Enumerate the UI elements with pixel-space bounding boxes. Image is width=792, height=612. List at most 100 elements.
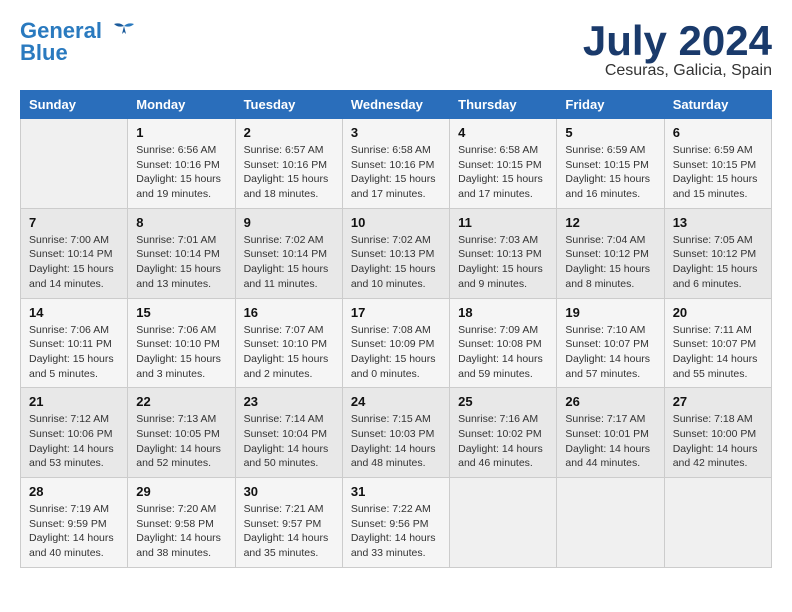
day-info: Sunrise: 7:01 AM Sunset: 10:14 PM Daylig… [136,233,226,292]
calendar-cell: 20 Sunrise: 7:11 AM Sunset: 10:07 PM Dayl… [664,298,771,388]
calendar-cell: 8 Sunrise: 7:01 AM Sunset: 10:14 PM Dayli… [128,208,235,298]
weekday-header: Friday [557,91,664,119]
day-number: 26 [565,394,655,409]
day-info: Sunrise: 7:19 AM Sunset: 9:59 PM Dayligh… [29,502,119,561]
calendar-cell [557,478,664,568]
day-number: 9 [244,215,334,230]
day-number: 20 [673,305,763,320]
day-number: 24 [351,394,441,409]
logo-text: General [20,20,138,42]
day-info: Sunrise: 6:59 AM Sunset: 10:15 PM Daylig… [673,143,763,202]
calendar-cell: 28 Sunrise: 7:19 AM Sunset: 9:59 PM Dayli… [21,478,128,568]
day-number: 10 [351,215,441,230]
day-info: Sunrise: 7:15 AM Sunset: 10:03 PM Daylig… [351,412,441,471]
calendar-cell: 1 Sunrise: 6:56 AM Sunset: 10:16 PM Dayli… [128,119,235,209]
logo-bird-icon [110,22,138,42]
weekday-header: Tuesday [235,91,342,119]
calendar-cell: 18 Sunrise: 7:09 AM Sunset: 10:08 PM Dayl… [450,298,557,388]
calendar-cell: 6 Sunrise: 6:59 AM Sunset: 10:15 PM Dayli… [664,119,771,209]
calendar-cell: 2 Sunrise: 6:57 AM Sunset: 10:16 PM Dayli… [235,119,342,209]
calendar-cell: 4 Sunrise: 6:58 AM Sunset: 10:15 PM Dayli… [450,119,557,209]
day-info: Sunrise: 7:16 AM Sunset: 10:02 PM Daylig… [458,412,548,471]
day-info: Sunrise: 6:56 AM Sunset: 10:16 PM Daylig… [136,143,226,202]
day-info: Sunrise: 6:57 AM Sunset: 10:16 PM Daylig… [244,143,334,202]
day-number: 13 [673,215,763,230]
calendar-cell: 15 Sunrise: 7:06 AM Sunset: 10:10 PM Dayl… [128,298,235,388]
day-info: Sunrise: 7:11 AM Sunset: 10:07 PM Daylig… [673,323,763,382]
day-info: Sunrise: 6:58 AM Sunset: 10:16 PM Daylig… [351,143,441,202]
day-number: 31 [351,484,441,499]
day-number: 11 [458,215,548,230]
day-number: 27 [673,394,763,409]
day-number: 17 [351,305,441,320]
day-number: 15 [136,305,226,320]
day-number: 14 [29,305,119,320]
calendar-cell: 30 Sunrise: 7:21 AM Sunset: 9:57 PM Dayli… [235,478,342,568]
calendar-cell: 21Sunrise: 7:12 AM Sunset: 10:06 PM Dayl… [21,388,128,478]
calendar-cell: 9 Sunrise: 7:02 AM Sunset: 10:14 PM Dayli… [235,208,342,298]
day-info: Sunrise: 7:07 AM Sunset: 10:10 PM Daylig… [244,323,334,382]
calendar-cell: 31Sunrise: 7:22 AM Sunset: 9:56 PM Dayli… [342,478,449,568]
day-number: 18 [458,305,548,320]
day-number: 6 [673,125,763,140]
day-info: Sunrise: 7:10 AM Sunset: 10:07 PM Daylig… [565,323,655,382]
day-number: 22 [136,394,226,409]
calendar-cell: 29 Sunrise: 7:20 AM Sunset: 9:58 PM Dayli… [128,478,235,568]
day-info: Sunrise: 7:06 AM Sunset: 10:10 PM Daylig… [136,323,226,382]
day-info: Sunrise: 7:13 AM Sunset: 10:05 PM Daylig… [136,412,226,471]
day-number: 2 [244,125,334,140]
calendar-cell: 5Sunrise: 6:59 AM Sunset: 10:15 PM Dayli… [557,119,664,209]
day-number: 30 [244,484,334,499]
page-header: General Blue July 2024 Cesuras, Galicia,… [20,20,772,80]
location: Cesuras, Galicia, Spain [583,62,772,80]
calendar-cell: 12Sunrise: 7:04 AM Sunset: 10:12 PM Dayl… [557,208,664,298]
day-info: Sunrise: 7:21 AM Sunset: 9:57 PM Dayligh… [244,502,334,561]
calendar-cell: 11 Sunrise: 7:03 AM Sunset: 10:13 PM Dayl… [450,208,557,298]
day-info: Sunrise: 7:00 AM Sunset: 10:14 PM Daylig… [29,233,119,292]
calendar-cell: 25Sunrise: 7:16 AM Sunset: 10:02 PM Dayl… [450,388,557,478]
calendar-cell [21,119,128,209]
day-info: Sunrise: 7:03 AM Sunset: 10:13 PM Daylig… [458,233,548,292]
day-number: 29 [136,484,226,499]
calendar-cell: 26Sunrise: 7:17 AM Sunset: 10:01 PM Dayl… [557,388,664,478]
calendar-cell: 24 Sunrise: 7:15 AM Sunset: 10:03 PM Dayl… [342,388,449,478]
calendar-cell: 27Sunrise: 7:18 AM Sunset: 10:00 PM Dayl… [664,388,771,478]
weekday-header: Saturday [664,91,771,119]
title-block: July 2024 Cesuras, Galicia, Spain [583,20,772,80]
day-info: Sunrise: 7:20 AM Sunset: 9:58 PM Dayligh… [136,502,226,561]
calendar-cell: 10 Sunrise: 7:02 AM Sunset: 10:13 PM Dayl… [342,208,449,298]
day-info: Sunrise: 7:06 AM Sunset: 10:11 PM Daylig… [29,323,119,382]
day-number: 3 [351,125,441,140]
day-number: 19 [565,305,655,320]
calendar-cell: 22 Sunrise: 7:13 AM Sunset: 10:05 PM Dayl… [128,388,235,478]
calendar-cell: 7 Sunrise: 7:00 AM Sunset: 10:14 PM Dayli… [21,208,128,298]
calendar-cell: 17 Sunrise: 7:08 AM Sunset: 10:09 PM Dayl… [342,298,449,388]
calendar-cell [450,478,557,568]
day-info: Sunrise: 6:58 AM Sunset: 10:15 PM Daylig… [458,143,548,202]
day-info: Sunrise: 7:09 AM Sunset: 10:08 PM Daylig… [458,323,548,382]
weekday-header: Thursday [450,91,557,119]
day-number: 16 [244,305,334,320]
day-info: Sunrise: 7:05 AM Sunset: 10:12 PM Daylig… [673,233,763,292]
day-info: Sunrise: 7:12 AM Sunset: 10:06 PM Daylig… [29,412,119,471]
logo-blue: Blue [20,42,68,64]
calendar-cell: 3 Sunrise: 6:58 AM Sunset: 10:16 PM Dayli… [342,119,449,209]
day-number: 12 [565,215,655,230]
day-info: Sunrise: 7:02 AM Sunset: 10:14 PM Daylig… [244,233,334,292]
logo: General Blue [20,20,138,64]
day-info: Sunrise: 7:08 AM Sunset: 10:09 PM Daylig… [351,323,441,382]
day-number: 1 [136,125,226,140]
day-info: Sunrise: 7:02 AM Sunset: 10:13 PM Daylig… [351,233,441,292]
month-title: July 2024 [583,20,772,62]
day-number: 23 [244,394,334,409]
day-info: Sunrise: 7:14 AM Sunset: 10:04 PM Daylig… [244,412,334,471]
day-number: 8 [136,215,226,230]
day-number: 7 [29,215,119,230]
day-info: Sunrise: 6:59 AM Sunset: 10:15 PM Daylig… [565,143,655,202]
weekday-header: Sunday [21,91,128,119]
calendar-cell: 14 Sunrise: 7:06 AM Sunset: 10:11 PM Dayl… [21,298,128,388]
day-number: 4 [458,125,548,140]
day-number: 28 [29,484,119,499]
calendar-cell: 16 Sunrise: 7:07 AM Sunset: 10:10 PM Dayl… [235,298,342,388]
weekday-header: Monday [128,91,235,119]
